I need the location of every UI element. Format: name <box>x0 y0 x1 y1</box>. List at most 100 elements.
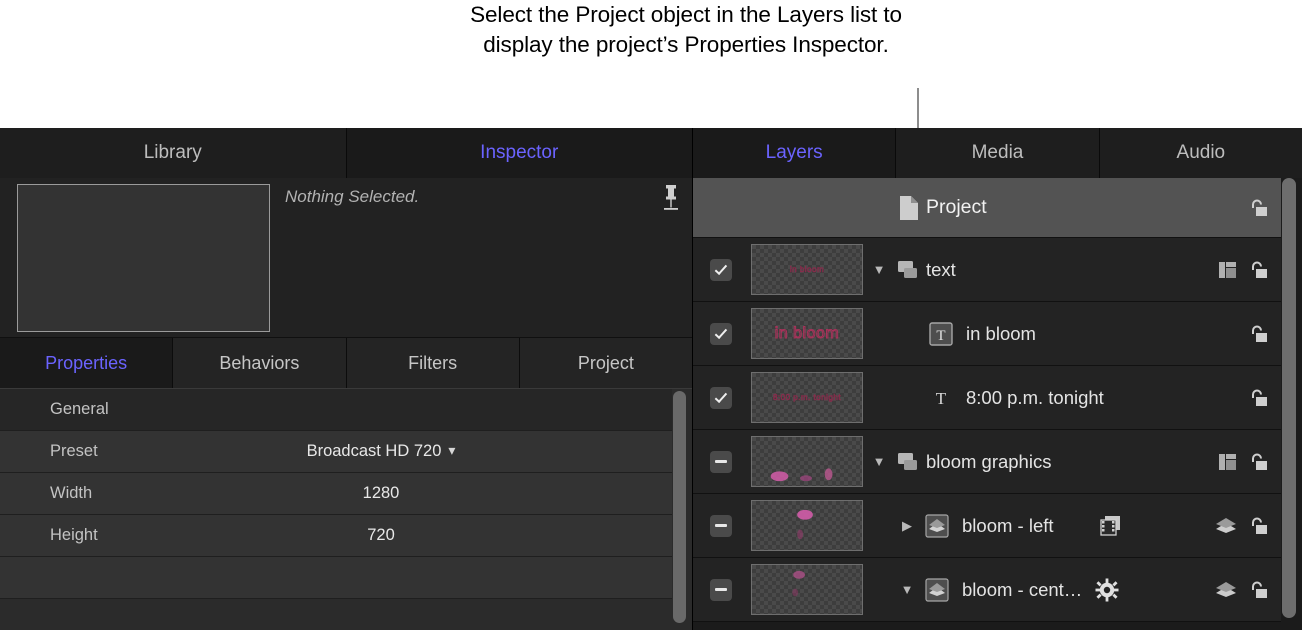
inspector-preview-area: Nothing Selected. <box>0 178 692 338</box>
layers-icon[interactable] <box>1214 580 1238 600</box>
properties-parameter-list: General Preset Broadcast HD 720 ▾ Width 1… <box>0 388 692 630</box>
thumbnail-text: 8:00 p.m. tonight <box>772 393 842 403</box>
disclosure-triangle-expanded-icon[interactable]: ▼ <box>894 583 920 596</box>
layer-checkbox-cell <box>693 386 748 409</box>
layer-name-label: text <box>926 258 956 280</box>
parameter-group-label: General <box>50 400 109 418</box>
tab-library[interactable]: Library <box>0 128 347 178</box>
layer-thumbnail: 8:00 p.m. tonight <box>751 372 863 423</box>
gear-icon[interactable] <box>1095 578 1119 602</box>
unlock-icon[interactable] <box>1247 515 1269 537</box>
tab-layers[interactable]: Layers <box>693 128 897 178</box>
layers-icon[interactable] <box>1214 516 1238 536</box>
layer-name-label: bloom - cent… <box>962 578 1083 600</box>
unlock-icon[interactable] <box>1247 451 1269 473</box>
layers-scrollbar-thumb[interactable] <box>1282 178 1296 618</box>
layer-thumbnail <box>751 564 863 615</box>
layer-checkbox-cell <box>693 322 748 345</box>
layer-name-cell: ▼ text <box>866 259 1203 281</box>
layer-name-cell: T 8:00 p.m. tonight <box>866 385 1203 411</box>
parameter-row-width[interactable]: Width 1280 <box>0 473 672 515</box>
layer-name-cell: ▼ bloom - cent… <box>866 577 1203 603</box>
disclosure-triangle-expanded-icon[interactable]: ▼ <box>866 455 892 468</box>
layer-thumbnail-cell <box>748 436 866 487</box>
parameter-value-width[interactable]: 1280 <box>260 484 672 503</box>
media-icon[interactable] <box>1099 514 1123 538</box>
layer-row-bloom-center[interactable]: ▼ bloom - cent… <box>693 558 1281 622</box>
layers-list: Project in bloom ▼ text in bloom T in bl… <box>693 178 1302 630</box>
layer-right-icons <box>1203 515 1281 537</box>
disclosure-triangle-collapsed-icon[interactable]: ▶ <box>894 519 920 532</box>
layer-thumbnail-cell <box>748 564 866 615</box>
layer-right-icons <box>1203 387 1281 409</box>
layer-checkbox-cell <box>693 578 748 601</box>
subtab-project-label: Project <box>577 352 634 373</box>
unlock-icon[interactable] <box>1247 259 1269 281</box>
unlock-icon[interactable] <box>1247 197 1269 219</box>
subtab-project[interactable]: Project <box>519 338 692 388</box>
group-icon <box>892 259 926 281</box>
layers-scrollbar[interactable] <box>1282 178 1298 626</box>
tab-audio-label: Audio <box>1176 142 1226 163</box>
thumbnail-text: in bloom <box>774 324 840 342</box>
screenshot-root: Select the Project object in the Layers … <box>0 0 1302 630</box>
svg-text:T: T <box>936 328 945 344</box>
layer-row-project[interactable]: Project <box>693 178 1281 238</box>
unlock-icon[interactable] <box>1247 387 1269 409</box>
pin-icon[interactable] <box>660 184 682 214</box>
unlock-icon[interactable] <box>1247 579 1269 601</box>
parameter-label-preset: Preset <box>50 442 98 460</box>
layer-thumbnail <box>751 500 863 551</box>
tab-media[interactable]: Media <box>896 128 1100 178</box>
visibility-checkbox[interactable] <box>709 322 732 345</box>
layer-right-icons <box>1203 197 1281 219</box>
thumbnail-text: in bloom <box>789 265 825 275</box>
tab-media-label: Media <box>971 142 1024 163</box>
unlock-icon[interactable] <box>1247 323 1269 345</box>
layer-row-tonight[interactable]: 8:00 p.m. tonight T 8:00 p.m. tonight <box>693 366 1281 430</box>
visibility-checkbox[interactable] <box>709 450 732 473</box>
parameter-row-height[interactable]: Height 720 <box>0 515 672 557</box>
layer-row-bloom-graphics[interactable]: ▼ bloom graphics <box>693 430 1281 494</box>
tab-layers-label: Layers <box>765 142 823 163</box>
document-icon <box>892 195 926 221</box>
parameter-value-height[interactable]: 720 <box>260 526 672 545</box>
layer-thumbnail <box>751 436 863 487</box>
mask-icon[interactable] <box>1218 452 1238 472</box>
tab-audio[interactable]: Audio <box>1099 128 1302 178</box>
subtab-filters[interactable]: Filters <box>346 338 520 388</box>
parameter-value-preset[interactable]: Broadcast HD 720 ▾ <box>260 442 672 461</box>
subtab-properties[interactable]: Properties <box>0 338 174 388</box>
layer-right-icons <box>1203 579 1281 601</box>
subtab-behaviors[interactable]: Behaviors <box>173 338 347 388</box>
layer-row-text[interactable]: in bloom ▼ text <box>693 238 1281 302</box>
subtab-properties-label: Properties <box>45 352 128 373</box>
layer-thumbnail: in bloom <box>751 308 863 359</box>
layer-row-bloom-left[interactable]: ▶ bloom - left <box>693 494 1281 558</box>
tab-inspector[interactable]: Inspector <box>346 128 692 178</box>
layer-checkbox-cell <box>693 258 748 281</box>
parameter-row-preset[interactable]: Preset Broadcast HD 720 ▾ <box>0 431 672 473</box>
app-window: Library Inspector Nothing Selected. Prop… <box>0 128 1302 630</box>
chevron-updown-icon[interactable]: ▾ <box>448 442 455 459</box>
layer-thumbnail-cell: in bloom <box>748 308 866 359</box>
layer-row-in-bloom[interactable]: in bloom T in bloom <box>693 302 1281 366</box>
subtab-filters-label: Filters <box>408 352 458 373</box>
properties-scrollbar[interactable] <box>673 391 687 629</box>
layers-pane: Layers Media Audio Project in bloom ▼ te… <box>693 128 1302 630</box>
layer-name-label: 8:00 p.m. tonight <box>966 386 1104 408</box>
visibility-checkbox[interactable] <box>709 258 732 281</box>
visibility-checkbox[interactable] <box>709 514 732 537</box>
visibility-checkbox[interactable] <box>709 578 732 601</box>
parameter-row-partial[interactable] <box>0 557 672 599</box>
properties-scrollbar-thumb[interactable] <box>673 391 686 623</box>
mask-icon[interactable] <box>1218 260 1238 280</box>
layer-name-cell: ▼ bloom graphics <box>866 451 1203 473</box>
group-icon <box>892 451 926 473</box>
disclosure-triangle-expanded-icon[interactable]: ▼ <box>866 263 892 276</box>
preview-thumbnail <box>17 184 270 332</box>
layer-name-label: bloom graphics <box>926 450 1052 472</box>
tab-library-label: Library <box>143 142 202 163</box>
visibility-checkbox[interactable] <box>709 386 732 409</box>
layers-tabbar: Layers Media Audio <box>693 128 1302 178</box>
